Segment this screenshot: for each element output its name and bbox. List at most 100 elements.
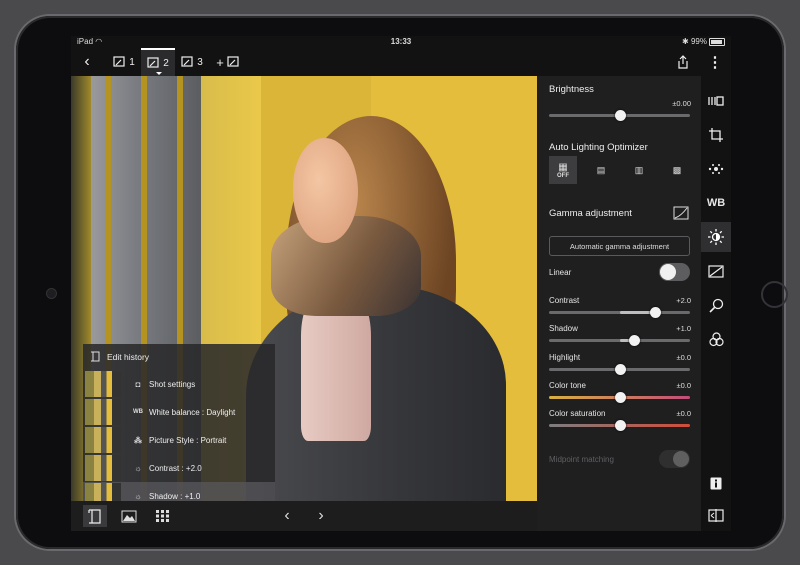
bluetooth-icon: ✱ <box>682 37 689 46</box>
tone-curve-icon[interactable] <box>701 256 731 286</box>
bottom-toolbar: ‹ › <box>71 501 537 531</box>
tab-3[interactable]: 3 <box>175 48 209 76</box>
photo-preview[interactable]: Edit history ◘ Shot settings WB White ba… <box>71 76 537 501</box>
alo-standard-button[interactable]: ▥ <box>625 156 653 184</box>
linear-label: Linear <box>549 268 572 277</box>
history-thumbnail <box>85 371 121 397</box>
front-camera <box>46 288 57 299</box>
white-balance-icon[interactable]: WB <box>701 188 731 218</box>
caret-down-icon <box>156 72 162 75</box>
highlight-slider[interactable] <box>549 364 690 375</box>
history-item[interactable]: WB White balance : Daylight <box>83 398 275 426</box>
slider-knob[interactable] <box>649 307 661 318</box>
grid-view-icon[interactable] <box>151 505 175 527</box>
history-label: Picture Style : Portrait <box>149 435 227 445</box>
color-tone-slider[interactable] <box>549 392 690 403</box>
zoom-sharpness-icon[interactable] <box>701 290 731 320</box>
adjustment-panel: Brightness ±0.00 Auto Lighting Optimizer… <box>537 76 701 531</box>
history-thumbnail <box>85 483 121 501</box>
edit-history-panel: Edit history ◘ Shot settings WB White ba… <box>83 344 275 501</box>
photo-subject-face <box>293 138 358 243</box>
slider-knob[interactable] <box>614 392 626 403</box>
status-bar: iPad ◠ 13:33 ✱ 99% <box>71 36 731 48</box>
highlight-value: ±0.0 <box>676 353 691 362</box>
tab-2[interactable]: 2 <box>141 48 175 76</box>
tab-number: 1 <box>129 56 135 68</box>
picture-style-tool-icon[interactable] <box>701 86 731 116</box>
history-label: Shadow : +1.0 <box>149 491 201 501</box>
midpoint-matching-toggle[interactable] <box>659 450 690 468</box>
automatic-gamma-button[interactable]: Automatic gamma adjustment <box>549 236 690 256</box>
shadow-value: +1.0 <box>676 324 691 333</box>
battery-icon <box>709 37 725 46</box>
alo-low-button[interactable]: ▤ <box>587 156 615 184</box>
brightness-adjust-icon[interactable] <box>701 222 731 252</box>
color-adjust-icon[interactable] <box>701 324 731 354</box>
sun-icon: ☼ <box>134 491 142 501</box>
alo-high-button[interactable]: ▩ <box>663 156 691 184</box>
history-item[interactable]: ☼ Contrast : +2.0 <box>83 454 275 482</box>
alo-icon: ▦ <box>558 161 568 173</box>
linear-toggle[interactable] <box>659 263 690 281</box>
tab-number: 3 <box>197 56 203 68</box>
color-saturation-slider[interactable] <box>549 420 690 431</box>
home-button[interactable] <box>761 281 788 308</box>
compare-view-icon[interactable] <box>701 500 731 530</box>
back-chevron-icon[interactable]: ‹ <box>77 48 97 76</box>
shadow-slider[interactable] <box>549 335 690 346</box>
contrast-value: +2.0 <box>676 296 691 305</box>
shadow-label: Shadow <box>549 324 578 333</box>
slider-knob[interactable] <box>614 364 626 375</box>
slider-knob[interactable] <box>614 420 626 431</box>
previous-image-icon[interactable]: ‹ <box>275 505 299 527</box>
history-thumbnail <box>85 455 121 481</box>
more-menu-icon[interactable]: ⋮ <box>705 48 725 76</box>
brightness-slider[interactable] <box>549 110 690 121</box>
history-thumbnail <box>85 427 121 453</box>
history-label: White balance : Daylight <box>149 407 236 417</box>
color-tone-value: ±0.0 <box>676 381 691 390</box>
brightness-value: ±0.00 <box>672 99 691 108</box>
history-item[interactable]: ⁂ Picture Style : Portrait <box>83 426 275 454</box>
brightness-title: Brightness <box>549 84 594 95</box>
crop-icon[interactable] <box>701 120 731 150</box>
battery-percent: 99% <box>690 37 707 46</box>
toggle-knob <box>673 451 689 467</box>
gamma-curve-icon[interactable] <box>673 206 689 220</box>
camera-icon: ◘ <box>135 379 141 389</box>
edit-history-title: Edit history <box>107 351 150 362</box>
color-saturation-value: ±0.0 <box>676 409 691 418</box>
picture-style-icon: ⁂ <box>134 435 142 445</box>
history-scroll-icon <box>91 351 100 362</box>
photo-subject-coat <box>246 286 506 501</box>
gamma-title: Gamma adjustment <box>549 208 632 219</box>
dust-removal-icon[interactable] <box>701 154 731 184</box>
toggle-knob <box>660 264 676 280</box>
color-saturation-label: Color saturation <box>549 409 606 418</box>
midpoint-matching-label: Midpoint matching <box>549 455 614 464</box>
info-icon[interactable] <box>701 468 731 498</box>
tab-1[interactable]: 1 <box>107 48 141 76</box>
contrast-slider[interactable] <box>549 307 690 318</box>
next-image-icon[interactable]: › <box>309 505 333 527</box>
tab-number: 2 <box>163 57 169 69</box>
alo-off-label: OFF <box>557 172 569 179</box>
history-thumbnail <box>85 399 121 425</box>
alo-low-icon: ▤ <box>596 164 606 175</box>
alo-high-icon: ▩ <box>672 164 682 175</box>
highlight-label: Highlight <box>549 353 581 362</box>
history-label: Contrast : +2.0 <box>149 463 202 473</box>
clock: 13:33 <box>390 37 412 46</box>
history-item[interactable]: ◘ Shot settings <box>83 370 275 398</box>
slider-knob[interactable] <box>614 110 626 121</box>
alo-off-button[interactable]: ▦ OFF <box>549 156 577 184</box>
battery-status: ✱ 99% <box>682 37 725 46</box>
share-icon[interactable] <box>671 48 695 76</box>
add-tab-button[interactable]: + <box>211 48 245 76</box>
edit-history-toggle-icon[interactable] <box>83 505 107 527</box>
histogram-icon[interactable] <box>117 505 141 527</box>
slider-knob[interactable] <box>628 335 640 346</box>
top-toolbar: ‹ 1 2 3 + ⋮ <box>71 48 731 76</box>
history-item-selected[interactable]: ☼ Shadow : +1.0 <box>83 482 275 501</box>
history-label: Shot settings <box>149 379 196 389</box>
